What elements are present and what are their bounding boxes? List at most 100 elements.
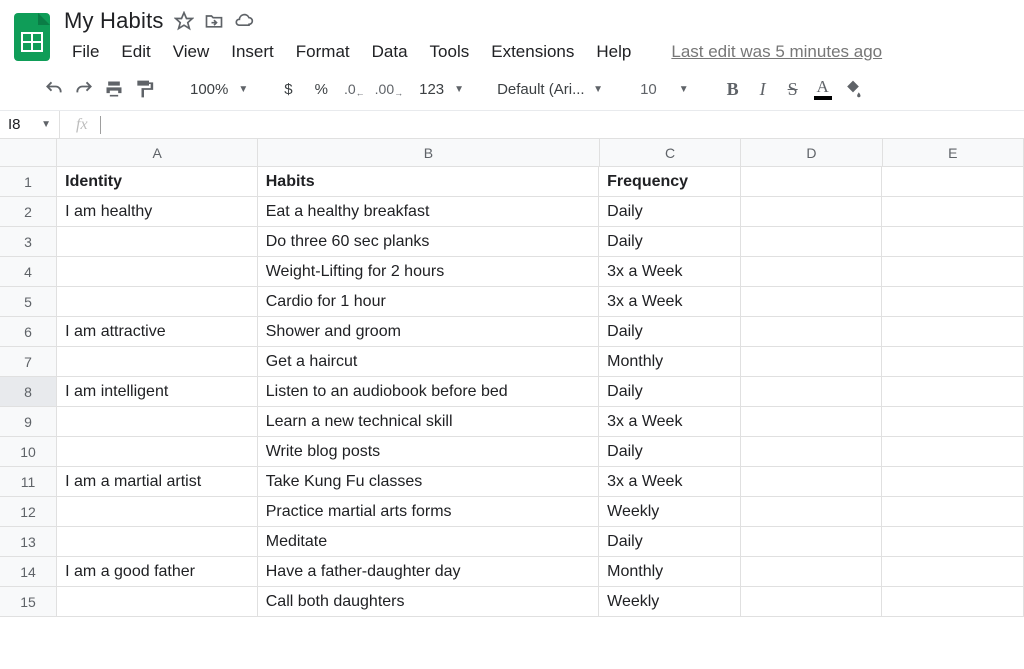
cell[interactable] — [882, 467, 1024, 497]
cell[interactable] — [882, 587, 1024, 617]
cell[interactable]: Frequency — [599, 167, 741, 197]
menu-file[interactable]: File — [62, 38, 109, 66]
cell[interactable]: Listen to an audiobook before bed — [258, 377, 599, 407]
menu-extensions[interactable]: Extensions — [481, 38, 584, 66]
format-currency-button[interactable]: $ — [274, 74, 302, 104]
cell[interactable] — [741, 227, 883, 257]
row-header[interactable]: 7 — [0, 347, 57, 377]
cell[interactable]: Have a father-daughter day — [258, 557, 599, 587]
formula-input[interactable] — [100, 116, 101, 134]
cell[interactable] — [741, 527, 883, 557]
cell[interactable] — [882, 407, 1024, 437]
menu-view[interactable]: View — [163, 38, 220, 66]
menu-format[interactable]: Format — [286, 38, 360, 66]
cell[interactable]: Call both daughters — [258, 587, 599, 617]
zoom-selector[interactable]: 100%▼ — [180, 74, 252, 104]
print-button[interactable] — [100, 74, 128, 104]
cell[interactable]: Meditate — [258, 527, 599, 557]
font-selector[interactable]: Default (Ari...▼ — [490, 74, 610, 104]
cloud-status-icon[interactable] — [234, 11, 254, 31]
col-header-d[interactable]: D — [741, 139, 882, 167]
name-box[interactable]: I8▼ — [0, 111, 60, 138]
cell[interactable]: Daily — [599, 377, 741, 407]
cell[interactable] — [57, 437, 258, 467]
cell[interactable]: I am a good father — [57, 557, 258, 587]
cell[interactable]: Weight-Lifting for 2 hours — [258, 257, 599, 287]
col-header-a[interactable]: A — [57, 139, 258, 167]
star-icon[interactable] — [174, 11, 194, 31]
more-formats-button[interactable]: 123▼ — [409, 74, 468, 104]
col-header-e[interactable]: E — [883, 139, 1024, 167]
cell[interactable] — [741, 257, 883, 287]
cell[interactable] — [741, 587, 883, 617]
cell[interactable] — [57, 287, 258, 317]
row-header[interactable]: 4 — [0, 257, 57, 287]
row-header[interactable]: 11 — [0, 467, 57, 497]
cell[interactable]: Daily — [599, 197, 741, 227]
increase-decimal-button[interactable]: .00→ — [371, 74, 407, 104]
cell[interactable]: Shower and groom — [258, 317, 599, 347]
cell[interactable]: Do three 60 sec planks — [258, 227, 599, 257]
row-header[interactable]: 10 — [0, 437, 57, 467]
cell[interactable] — [882, 197, 1024, 227]
cell[interactable]: Monthly — [599, 347, 741, 377]
row-header[interactable]: 5 — [0, 287, 57, 317]
row-header[interactable]: 8 — [0, 377, 57, 407]
spreadsheet-grid[interactable]: A B C D E 1IdentityHabitsFrequency2I am … — [0, 139, 1024, 617]
cell[interactable]: Daily — [599, 227, 741, 257]
text-color-button[interactable]: A — [809, 74, 837, 104]
row-header[interactable]: 14 — [0, 557, 57, 587]
cell[interactable] — [741, 167, 883, 197]
cell[interactable] — [741, 197, 883, 227]
menu-insert[interactable]: Insert — [221, 38, 284, 66]
menu-help[interactable]: Help — [586, 38, 641, 66]
cell[interactable] — [741, 377, 883, 407]
fill-color-button[interactable] — [839, 74, 867, 104]
decrease-decimal-button[interactable]: .0← — [340, 74, 369, 104]
cell[interactable] — [741, 557, 883, 587]
cell[interactable]: I am attractive — [57, 317, 258, 347]
cell[interactable]: Learn a new technical skill — [258, 407, 599, 437]
redo-button[interactable] — [70, 74, 98, 104]
cell[interactable]: 3x a Week — [599, 407, 741, 437]
cell[interactable]: Daily — [599, 317, 741, 347]
cell[interactable] — [57, 347, 258, 377]
strikethrough-button[interactable]: S — [779, 74, 807, 104]
cell[interactable] — [741, 287, 883, 317]
font-size-selector[interactable]: 10▼ — [632, 74, 697, 104]
cell[interactable] — [741, 437, 883, 467]
row-header[interactable]: 3 — [0, 227, 57, 257]
cell[interactable] — [741, 407, 883, 437]
cell[interactable]: Daily — [599, 527, 741, 557]
row-header[interactable]: 13 — [0, 527, 57, 557]
cell[interactable]: Habits — [258, 167, 599, 197]
cell[interactable] — [57, 407, 258, 437]
cell[interactable] — [882, 497, 1024, 527]
cell[interactable] — [741, 467, 883, 497]
cell[interactable]: Monthly — [599, 557, 741, 587]
cell[interactable] — [882, 377, 1024, 407]
row-header[interactable]: 1 — [0, 167, 57, 197]
row-header[interactable]: 15 — [0, 587, 57, 617]
cell[interactable]: Write blog posts — [258, 437, 599, 467]
paint-format-button[interactable] — [130, 74, 158, 104]
cell[interactable] — [882, 527, 1024, 557]
select-all-corner[interactable] — [0, 139, 57, 167]
cell[interactable]: I am healthy — [57, 197, 258, 227]
row-header[interactable]: 9 — [0, 407, 57, 437]
cell[interactable]: I am a martial artist — [57, 467, 258, 497]
cell[interactable] — [882, 557, 1024, 587]
col-header-c[interactable]: C — [600, 139, 741, 167]
cell[interactable]: Identity — [57, 167, 258, 197]
cell[interactable] — [57, 227, 258, 257]
sheets-logo[interactable] — [12, 11, 52, 63]
cell[interactable] — [741, 497, 883, 527]
cell[interactable] — [882, 347, 1024, 377]
cell[interactable]: Get a haircut — [258, 347, 599, 377]
document-title[interactable]: My Habits — [64, 8, 164, 34]
cell[interactable]: 3x a Week — [599, 287, 741, 317]
menu-edit[interactable]: Edit — [111, 38, 160, 66]
cell[interactable] — [882, 437, 1024, 467]
cell[interactable]: 3x a Week — [599, 257, 741, 287]
cell[interactable]: 3x a Week — [599, 467, 741, 497]
